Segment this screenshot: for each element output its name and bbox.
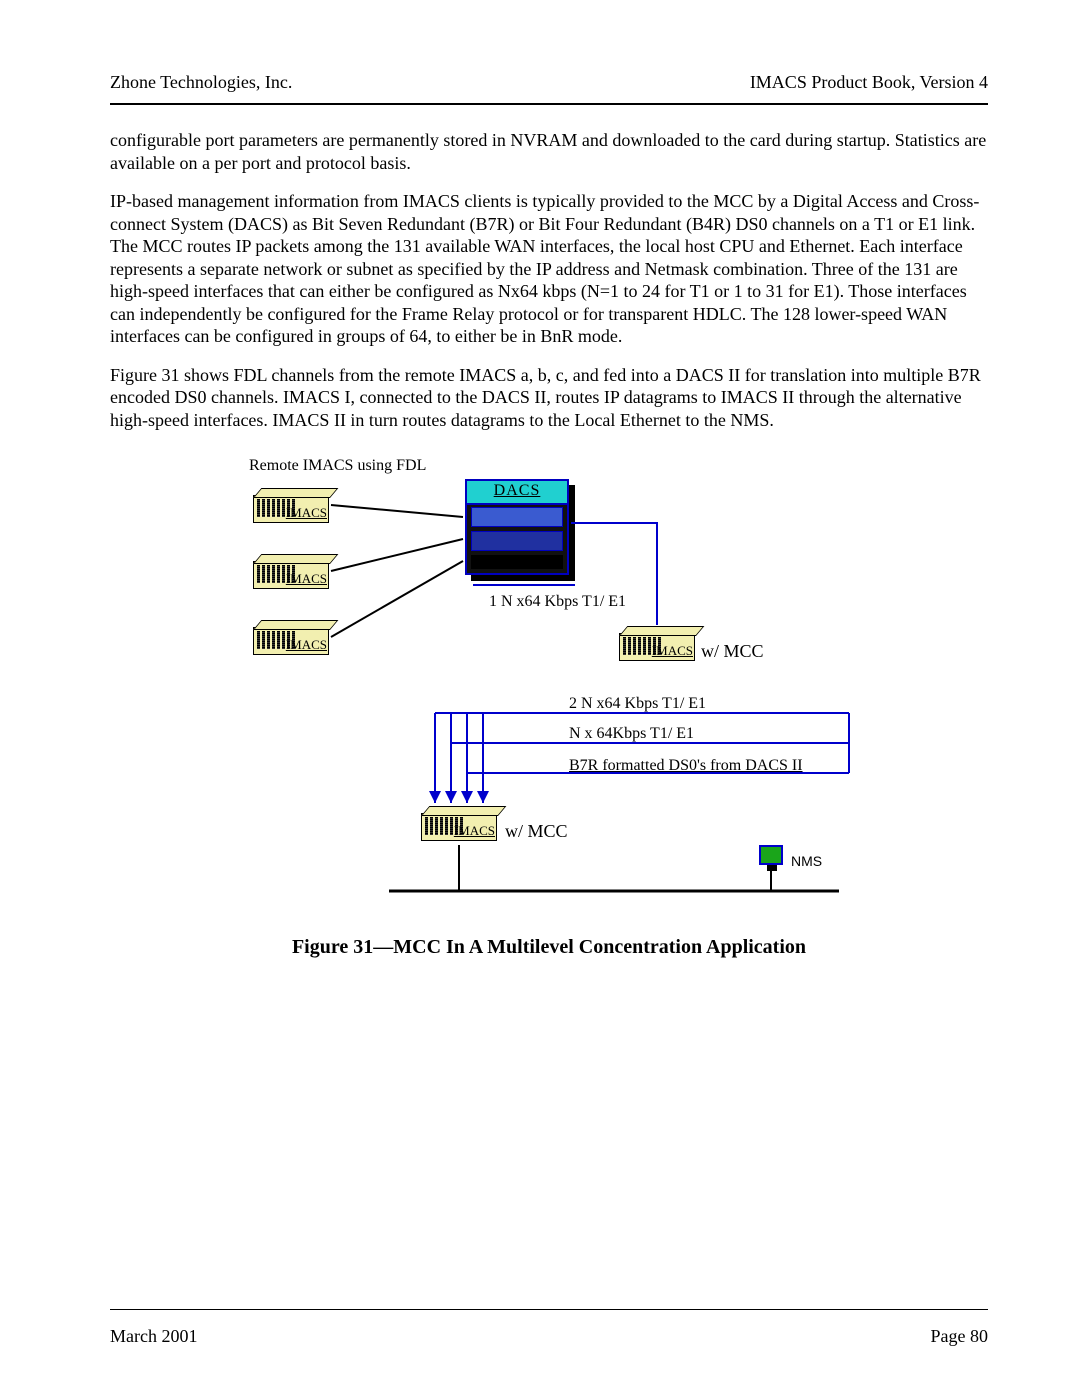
- paragraph-1: configurable port parameters are permane…: [110, 129, 988, 174]
- body-text: configurable port parameters are permane…: [110, 129, 988, 431]
- paragraph-2: IP-based management information from IMA…: [110, 190, 988, 348]
- page-header: Zhone Technologies, Inc. IMACS Product B…: [110, 72, 988, 103]
- figure-caption: Figure 31—MCC In A Multilevel Concentrat…: [110, 936, 988, 959]
- header-left: Zhone Technologies, Inc.: [110, 72, 292, 93]
- diagram-wires: [239, 461, 859, 916]
- page-footer: March 2001 Page 80: [110, 1309, 988, 1347]
- footer-right: Page 80: [931, 1326, 989, 1347]
- header-rule: [110, 103, 988, 105]
- header-right: IMACS Product Book, Version 4: [750, 72, 988, 93]
- footer-left: March 2001: [110, 1326, 197, 1347]
- paragraph-3: Figure 31 shows FDL channels from the re…: [110, 364, 988, 432]
- figure-diagram: Remote IMACS using FDL DACS IMACS IMACS …: [239, 461, 859, 916]
- footer-rule: [110, 1309, 988, 1310]
